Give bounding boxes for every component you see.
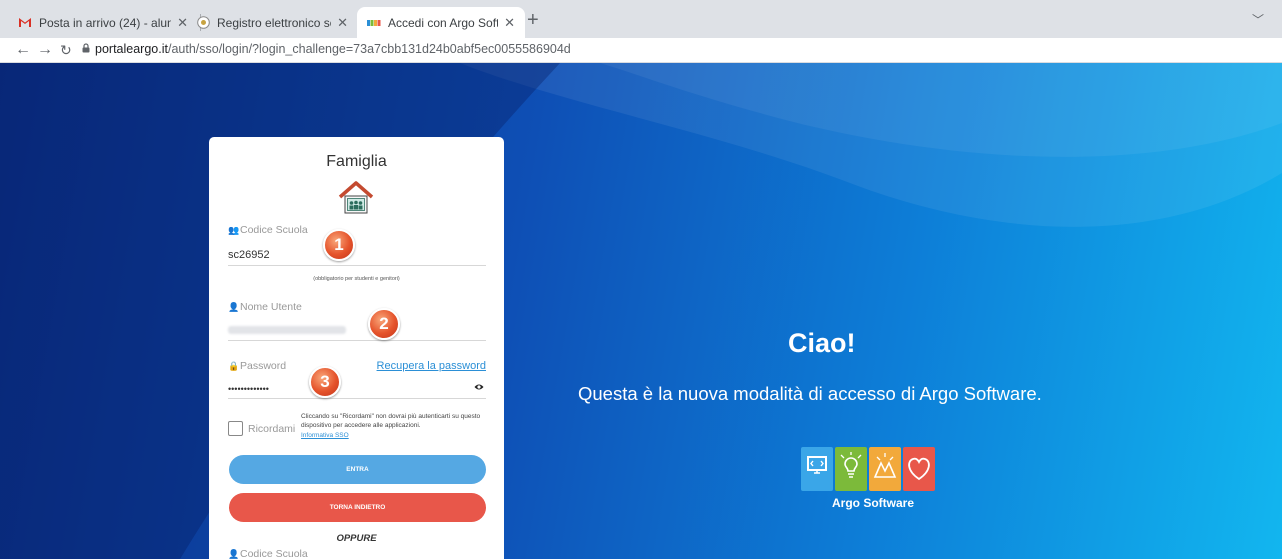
school-icon — [196, 16, 210, 30]
recover-password-link[interactable]: Recupera la password — [377, 360, 486, 372]
username-label: 👤Nome Utente — [228, 301, 302, 313]
gmail-icon — [18, 16, 32, 30]
lock-icon[interactable] — [82, 43, 90, 53]
school-code-label-text: Codice Scuola — [240, 224, 308, 236]
user-icon: 👤 — [228, 302, 240, 312]
argo-software-logo — [801, 447, 935, 491]
url-field[interactable]: portaleargo.it/auth/sso/login/?login_cha… — [95, 42, 571, 56]
welcome-title: Ciao! — [788, 328, 856, 358]
argo-icon — [367, 16, 381, 30]
reload-icon[interactable]: ↻ — [60, 40, 72, 60]
school-code-label: 👥Codice Scuola — [228, 224, 308, 236]
login-card: Famiglia 👥Codice Scuola sc26952 (obbliga… — [209, 137, 504, 559]
password-label-text: Password — [240, 360, 287, 372]
background-waves — [0, 63, 1282, 559]
tab-argo[interactable]: Accedi con Argo Software ✕ — [357, 7, 525, 38]
browser-tab-strip: Posta in arrivo (24) - alunnoprov ✕ Regi… — [0, 0, 1282, 38]
welcome-subtitle: Questa è la nuova modalità di accesso di… — [578, 383, 1042, 404]
school-code-value: sc26952 — [228, 249, 270, 261]
password-input[interactable]: ••••••••••••• — [228, 379, 486, 399]
eye-icon[interactable] — [474, 383, 484, 391]
forward-arrow-icon[interactable]: → — [37, 40, 53, 60]
tab-title: Posta in arrivo (24) - alunnoprov — [39, 15, 172, 30]
address-toolbar: ← → ↻ portaleargo.it/auth/sso/login/?log… — [0, 38, 1282, 63]
users-icon: 👥 — [228, 225, 240, 235]
url-path: /auth/sso/login/?login_challenge=73a7cbb… — [167, 42, 571, 56]
chevron-down-icon[interactable]: ﹀ — [1252, 11, 1264, 28]
tab-gmail[interactable]: Posta in arrivo (24) - alunnoprov ✕ — [8, 7, 198, 38]
close-icon[interactable]: ✕ — [504, 15, 515, 31]
new-tab-icon[interactable]: + — [527, 10, 539, 30]
privacy-link[interactable]: Informativa SSO — [301, 432, 349, 439]
user-icon: 👤 — [228, 549, 240, 559]
back-arrow-icon[interactable]: ← — [15, 40, 31, 60]
back-button[interactable]: TORNA INDIETRO — [229, 493, 486, 522]
remember-checkbox[interactable] — [228, 421, 243, 436]
remember-label: Ricordami — [248, 423, 296, 435]
url-domain: portaleargo.it — [95, 42, 168, 56]
second-school-code-label-text: Codice Scuola — [240, 548, 308, 559]
login-page: Famiglia 👥Codice Scuola sc26952 (obbliga… — [0, 63, 1282, 559]
password-value: ••••••••••••• — [228, 384, 269, 394]
step-badge-2: 2 — [368, 308, 400, 340]
lock-icon: 🔒 — [228, 361, 240, 371]
tab-title: Registro elettronico scuola — [217, 15, 331, 30]
blurred-username — [228, 326, 346, 334]
login-button[interactable]: ENTRA — [229, 455, 486, 484]
family-house-icon — [338, 181, 374, 214]
tab-title: Accedi con Argo Software — [388, 15, 499, 30]
tab-registro[interactable]: Registro elettronico scuola ✕ — [186, 7, 358, 38]
close-icon[interactable]: ✕ — [337, 15, 348, 31]
school-code-hint: (obbligatorio per studenti e genitori) — [313, 276, 400, 282]
second-school-code-label: 👤Codice Scuola — [228, 548, 308, 559]
or-divider: OPPURE — [336, 533, 377, 544]
brand-name: Argo Software — [832, 496, 915, 510]
school-code-input[interactable]: sc26952 — [228, 246, 486, 266]
username-label-text: Nome Utente — [240, 301, 302, 313]
password-label: 🔒Password — [228, 360, 286, 372]
step-badge-3: 3 — [309, 366, 341, 398]
card-title: Famiglia — [326, 153, 387, 170]
remember-note: Cliccando su "Ricordami" non dovrai più … — [301, 413, 481, 429]
step-badge-1: 1 — [323, 229, 355, 261]
